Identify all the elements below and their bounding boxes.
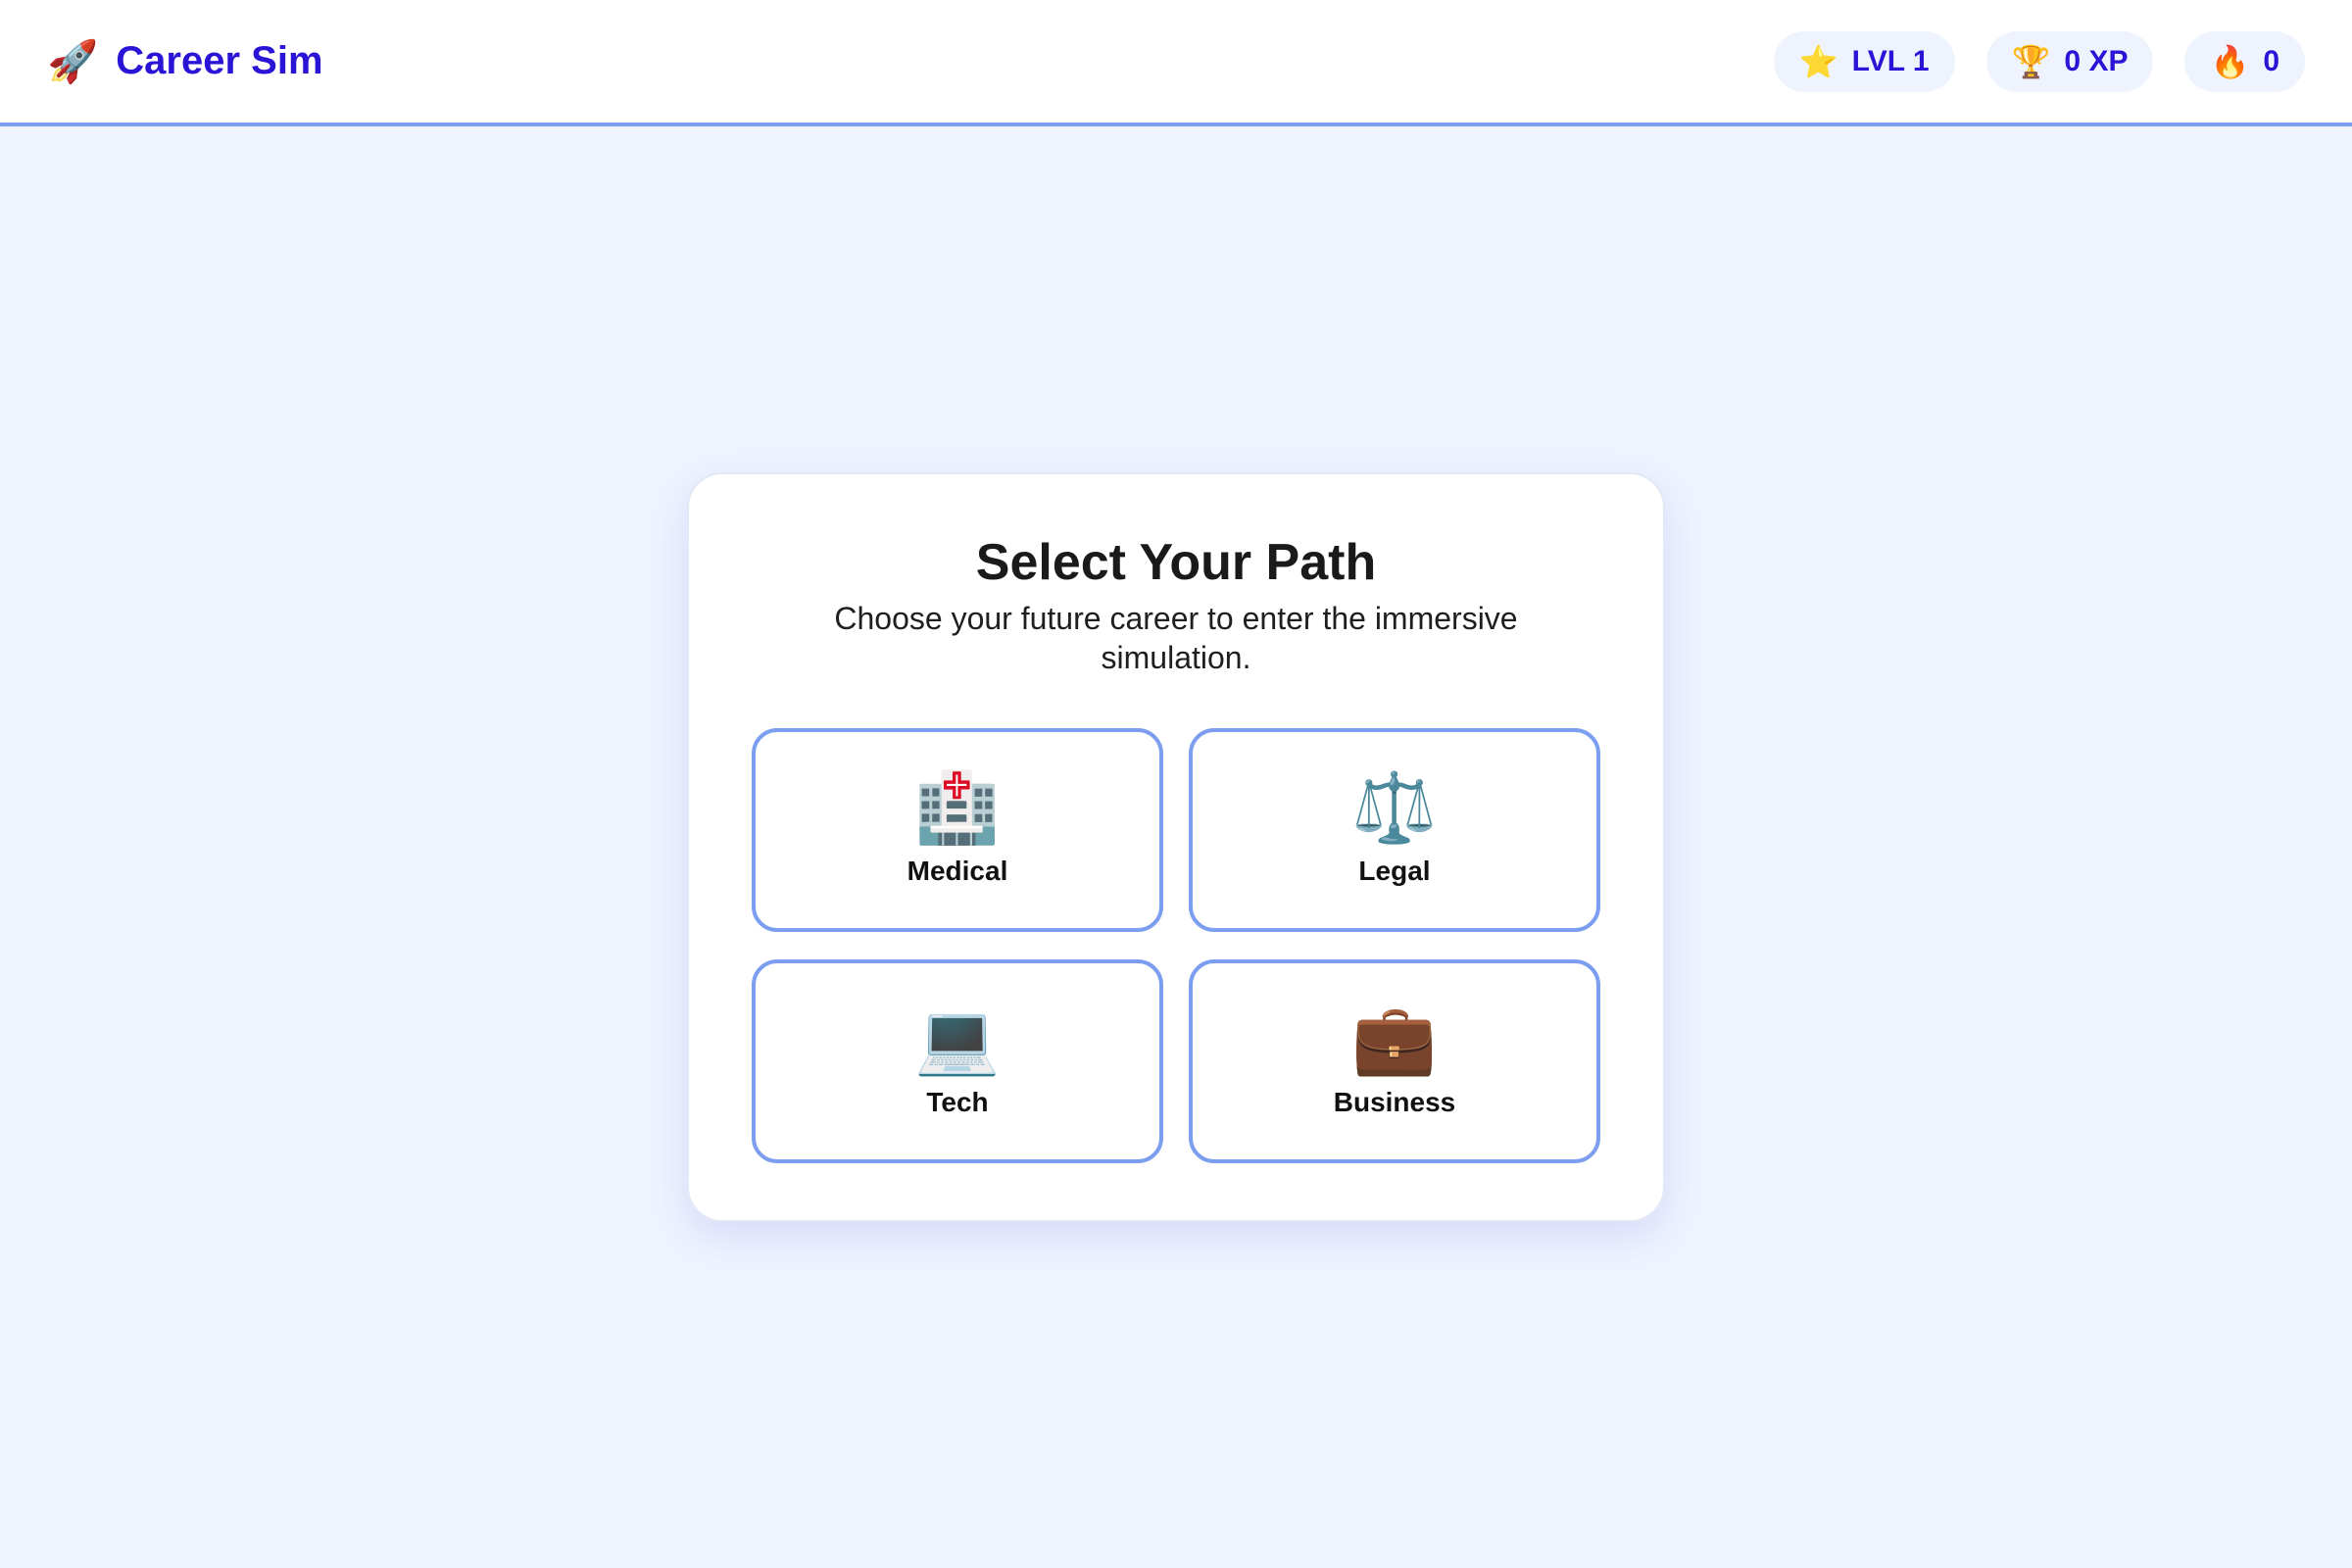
rocket-icon: 🚀: [47, 37, 99, 84]
path-option-business[interactable]: 💼 Business: [1189, 959, 1600, 1164]
path-label: Business: [1333, 1087, 1456, 1118]
xp-badge: 🏆 0 XP: [1985, 30, 2154, 92]
path-label: Legal: [1358, 856, 1431, 887]
streak-label: 0: [2263, 44, 2279, 77]
hospital-icon: 🏥: [914, 769, 1001, 847]
star-icon: ⭐: [1798, 43, 1838, 79]
path-option-tech[interactable]: 💻 Tech: [752, 959, 1163, 1164]
stats-bar: ⭐ LVL 1 🏆 0 XP 🔥 0: [1773, 30, 2305, 92]
brand-name: Career Sim: [116, 39, 323, 82]
page-title: Select Your Path: [975, 534, 1377, 591]
brand[interactable]: 🚀 Career Sim: [47, 39, 323, 83]
fire-icon: 🔥: [2210, 43, 2250, 79]
path-option-legal[interactable]: ⚖️ Legal: [1189, 728, 1600, 933]
path-label: Tech: [926, 1087, 989, 1118]
laptop-icon: 💻: [914, 1001, 1001, 1078]
path-grid: 🏥 Medical ⚖️ Legal 💻 Tech 💼 Business: [752, 728, 1600, 1164]
top-bar: 🚀 Career Sim ⭐ LVL 1 🏆 0 XP 🔥 0: [0, 0, 2352, 126]
streak-badge: 🔥 0: [2184, 30, 2305, 92]
briefcase-icon: 💼: [1351, 1001, 1438, 1078]
page-subtitle: Choose your future career to enter the i…: [834, 601, 1518, 676]
xp-label: 0 XP: [2064, 44, 2129, 77]
level-badge: ⭐ LVL 1: [1773, 30, 1955, 92]
path-selection-card: Select Your Path Choose your future care…: [687, 472, 1665, 1222]
scales-icon: ⚖️: [1351, 769, 1438, 847]
trophy-icon: 🏆: [2011, 43, 2051, 79]
level-label: LVL 1: [1851, 44, 1930, 77]
path-label: Medical: [906, 856, 1008, 887]
path-option-medical[interactable]: 🏥 Medical: [752, 728, 1163, 933]
